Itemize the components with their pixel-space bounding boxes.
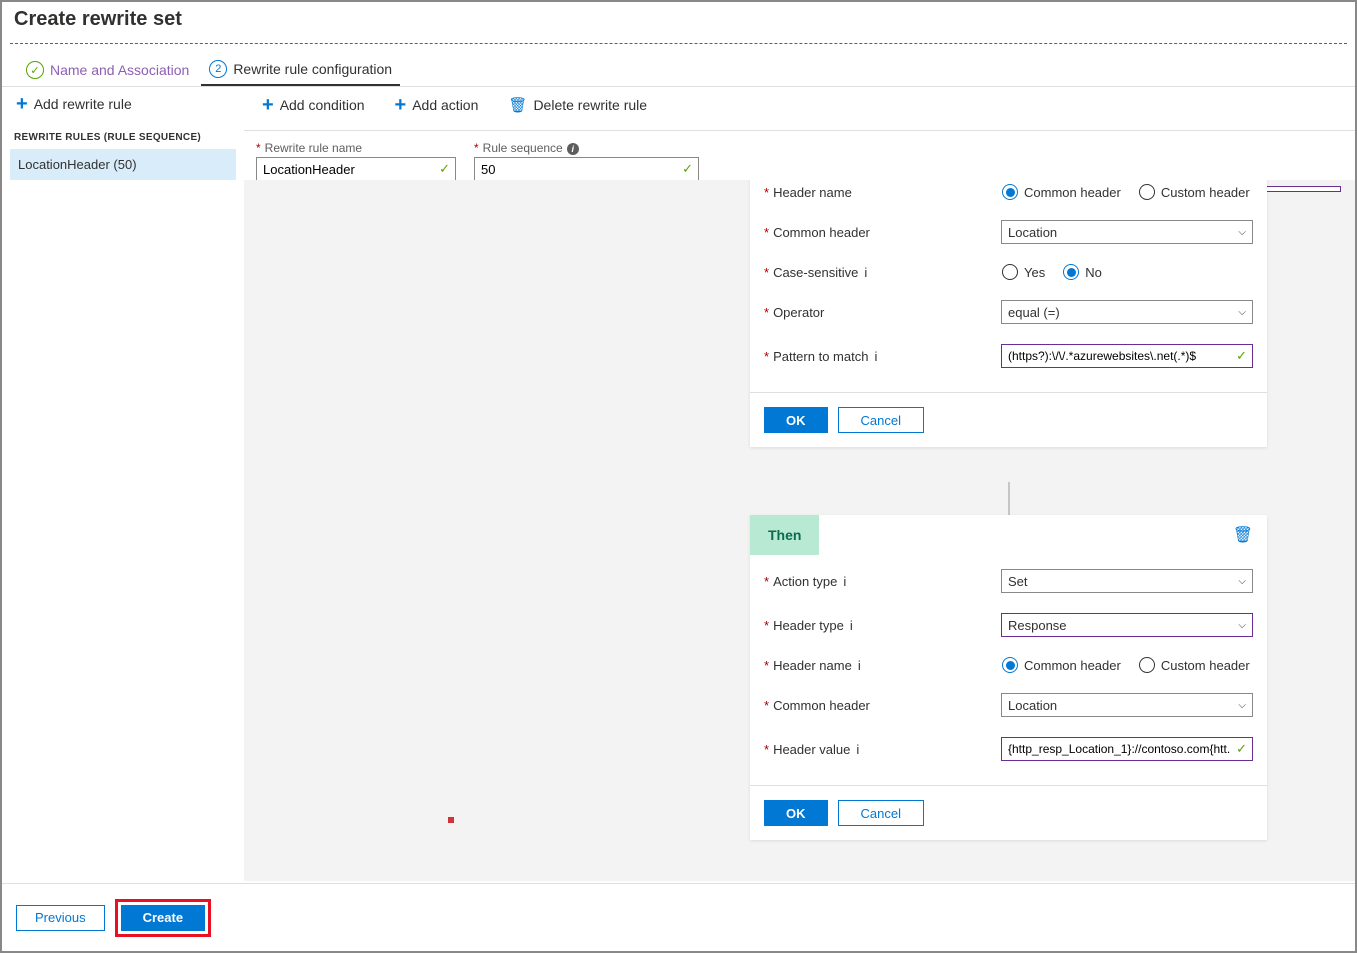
chevron-down-icon: ⌵ — [1238, 227, 1246, 238]
case-yes-radio[interactable]: Yes — [1002, 264, 1045, 280]
then-common-header-radio[interactable]: Common header — [1002, 657, 1121, 673]
previous-button[interactable]: Previous — [16, 905, 105, 931]
operator-select[interactable]: equal (=)⌵ — [1001, 300, 1253, 324]
info-icon[interactable]: i — [843, 574, 846, 589]
action-ok-button[interactable]: OK — [764, 800, 828, 826]
rule-canvas: *Header name Common header Custom header… — [244, 180, 1355, 881]
info-icon[interactable]: i — [858, 658, 861, 673]
info-icon[interactable]: i — [850, 618, 853, 633]
action-card: Then 🗑 *Action typei Set⌵ *Header typei … — [750, 515, 1267, 840]
delete-rewrite-rule-button[interactable]: 🗑 Delete rewrite rule — [502, 90, 653, 120]
delete-action-button[interactable]: 🗑 — [1233, 515, 1267, 545]
check-icon: ✓ — [1236, 741, 1247, 757]
sidebar: + Add rewrite rule REWRITE RULES (RULE S… — [2, 80, 244, 881]
operator-label: Operator — [773, 305, 824, 320]
action-cancel-button[interactable]: Cancel — [838, 800, 924, 826]
header-value-label: Header value — [773, 742, 850, 757]
step-label: Rewrite rule configuration — [233, 61, 392, 77]
condition-ok-button[interactable]: OK — [764, 407, 828, 433]
add-rewrite-rule-button[interactable]: + Add rewrite rule — [10, 90, 138, 118]
rule-item-locationheader[interactable]: LocationHeader (50) — [10, 149, 236, 180]
check-icon: ✓ — [1236, 348, 1247, 364]
custom-header-radio[interactable]: Custom header — [1139, 184, 1250, 200]
then-common-header-label: Common header — [773, 698, 870, 713]
page-title: Create rewrite set — [2, 2, 1355, 43]
info-icon[interactable]: i — [864, 265, 867, 280]
plus-icon: + — [16, 97, 28, 111]
create-highlight: Create — [115, 899, 211, 937]
then-common-header-select[interactable]: Location⌵ — [1001, 693, 1253, 717]
header-type-select[interactable]: Response⌵ — [1001, 613, 1253, 637]
button-label: Add rewrite rule — [34, 96, 132, 112]
header-value-input[interactable] — [1001, 737, 1253, 761]
then-tag: Then — [750, 515, 819, 555]
trash-icon: 🗑 — [508, 96, 527, 114]
header-name-label-then: Header name — [773, 658, 852, 673]
step-number-icon: 2 — [209, 60, 227, 78]
radio-icon — [1002, 657, 1018, 673]
footer: Previous Create — [2, 883, 1355, 951]
radio-icon — [1139, 184, 1155, 200]
radio-icon — [1063, 264, 1079, 280]
radio-icon — [1002, 264, 1018, 280]
rule-sequence-label: *Rule sequencei — [474, 141, 699, 155]
chevron-down-icon: ⌵ — [1238, 576, 1246, 587]
chevron-down-icon: ⌵ — [1238, 307, 1246, 318]
check-icon: ✓ — [682, 161, 693, 177]
then-custom-header-radio[interactable]: Custom header — [1139, 657, 1250, 673]
add-action-button[interactable]: + Add action — [389, 90, 485, 120]
chevron-down-icon: ⌵ — [1238, 700, 1246, 711]
header-name-label: Header name — [773, 185, 852, 200]
rules-section-label: REWRITE RULES (RULE SEQUENCE) — [14, 132, 232, 143]
condition-cancel-button[interactable]: Cancel — [838, 407, 924, 433]
button-label: Add condition — [280, 97, 365, 113]
action-type-label: Action type — [773, 574, 837, 589]
check-icon: ✓ — [26, 61, 44, 79]
step-label: Name and Association — [50, 62, 189, 78]
trash-icon: 🗑 — [1233, 527, 1253, 544]
case-no-radio[interactable]: No — [1063, 264, 1102, 280]
info-icon[interactable]: i — [567, 143, 579, 155]
connector-line — [1008, 482, 1010, 515]
condition-card: *Header name Common header Custom header… — [750, 180, 1267, 447]
rule-sequence-input[interactable] — [474, 157, 699, 181]
rule-name-input[interactable] — [256, 157, 456, 181]
radio-icon — [1139, 657, 1155, 673]
pattern-input[interactable] — [1001, 344, 1253, 368]
main-panel: + Add condition + Add action 🗑 Delete re… — [244, 80, 1355, 881]
create-button[interactable]: Create — [121, 905, 205, 931]
plus-icon: + — [262, 98, 274, 112]
info-icon[interactable]: i — [856, 742, 859, 757]
pattern-label: Pattern to match — [773, 349, 868, 364]
chevron-down-icon: ⌵ — [1238, 620, 1246, 631]
check-icon: ✓ — [439, 161, 450, 177]
common-header-select[interactable]: Location⌵ — [1001, 220, 1253, 244]
common-header-radio[interactable]: Common header — [1002, 184, 1121, 200]
button-label: Delete rewrite rule — [533, 97, 647, 113]
case-sensitive-label: Case-sensitive — [773, 265, 858, 280]
action-type-select[interactable]: Set⌵ — [1001, 569, 1253, 593]
rule-name-label: *Rewrite rule name — [256, 141, 456, 155]
plus-icon: + — [395, 98, 407, 112]
radio-icon — [1002, 184, 1018, 200]
marker-icon — [448, 817, 454, 823]
button-label: Add action — [412, 97, 478, 113]
main-toolbar: + Add condition + Add action 🗑 Delete re… — [244, 80, 1355, 131]
info-icon[interactable]: i — [874, 349, 877, 364]
header-type-label: Header type — [773, 618, 844, 633]
common-header-label: Common header — [773, 225, 870, 240]
add-condition-button[interactable]: + Add condition — [256, 90, 371, 120]
